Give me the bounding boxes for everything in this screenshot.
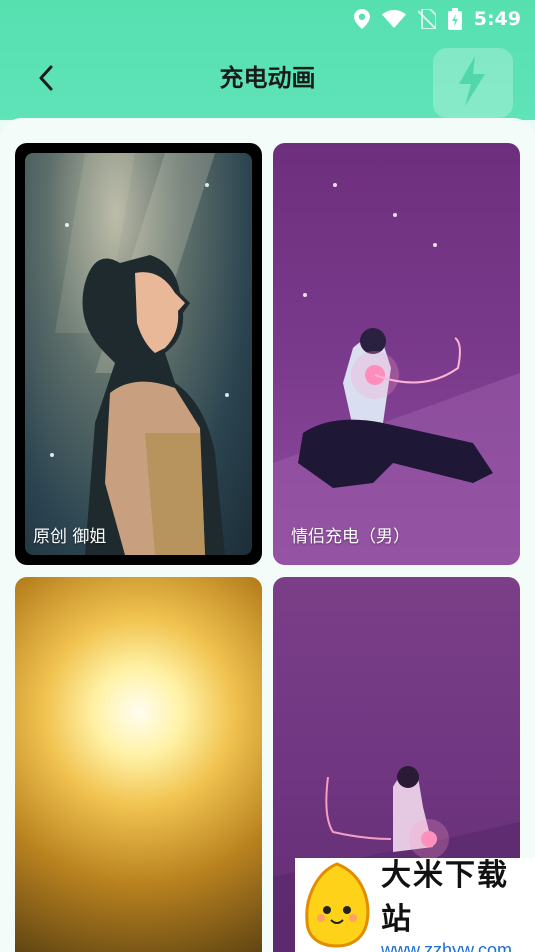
watermark-url: www.zzhyw.com bbox=[381, 939, 513, 952]
animation-card-2[interactable]: 情侣充电（男） bbox=[273, 143, 520, 565]
rice-mascot-logo bbox=[305, 862, 370, 948]
animation-card-1[interactable]: 原创 御姐 bbox=[15, 143, 262, 565]
watermark: 大米下载站 www.zzhyw.com bbox=[295, 858, 535, 952]
wifi-icon bbox=[381, 10, 406, 28]
card-label: 原创 御姐 bbox=[33, 527, 107, 547]
card-label: 情侣充电（男） bbox=[291, 527, 410, 547]
animation-card-3[interactable] bbox=[15, 577, 262, 952]
lightning-decor-icon bbox=[433, 48, 513, 118]
status-bar: 5:49 bbox=[0, 0, 535, 38]
header: 充电动画 bbox=[0, 38, 535, 118]
watermark-title: 大米下载站 bbox=[381, 857, 509, 937]
status-time: 5:49 bbox=[473, 8, 521, 30]
location-icon bbox=[353, 9, 370, 29]
battery-charging-icon bbox=[447, 8, 462, 30]
no-sim-icon bbox=[417, 9, 436, 29]
card-1-artwork bbox=[25, 153, 252, 555]
